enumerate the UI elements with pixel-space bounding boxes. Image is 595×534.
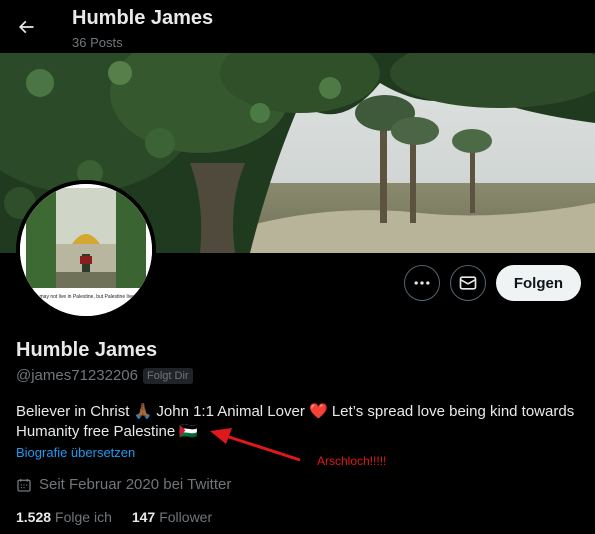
avatar[interactable]: may not live in Palestine, but Palestine…: [16, 180, 156, 320]
message-button[interactable]: [449, 265, 486, 301]
joined-date-row: Seit Februar 2020 bei Twitter: [16, 476, 231, 493]
mail-icon: [459, 276, 477, 290]
annotation-text: Arschloch!!!!!: [317, 454, 387, 468]
top-bar: Humble James 36 Posts: [0, 0, 595, 53]
following-label: Folge ich: [55, 509, 112, 525]
profile-actions: Folgen: [403, 265, 581, 301]
calendar-icon: [17, 478, 31, 492]
followers-label: Follower: [159, 509, 213, 525]
avatar-caption: may not live in Palestine, but Palestine…: [39, 294, 137, 300]
follows-you-badge: Folgt Dir: [142, 367, 193, 384]
back-button[interactable]: [10, 11, 42, 43]
header-title: Humble James: [72, 7, 214, 29]
translate-bio-link[interactable]: Biografie übersetzen: [16, 445, 135, 460]
user-handle: @james71232206: [16, 367, 138, 384]
arrow-left-icon: [18, 20, 34, 34]
profile-bio: Believer in Christ 🙏🏾 John 1:1 Animal Lo…: [16, 402, 591, 442]
followers-count: 147: [131, 509, 156, 525]
more-horizontal-icon: [414, 281, 430, 285]
joined-date: Seit Februar 2020 bei Twitter: [39, 476, 232, 493]
display-name: Humble James: [16, 339, 158, 361]
bio-line-1: Believer in Christ 🙏🏾 John 1:1 Animal Lo…: [16, 403, 575, 420]
follow-button[interactable]: Folgen: [495, 265, 581, 301]
more-button[interactable]: [403, 265, 440, 301]
follow-stats: 1.528 Folge ich 147 Follower: [16, 509, 212, 525]
handle-row: @james71232206 Folgt Dir: [16, 367, 193, 384]
post-count: 36 Posts: [72, 35, 123, 50]
followers-stat[interactable]: 147 Follower: [132, 509, 212, 525]
bio-line-2: Humanity free Palestine 🇵🇸: [16, 423, 199, 440]
following-count: 1.528: [16, 509, 52, 525]
following-stat[interactable]: 1.528 Folge ich: [16, 509, 112, 525]
